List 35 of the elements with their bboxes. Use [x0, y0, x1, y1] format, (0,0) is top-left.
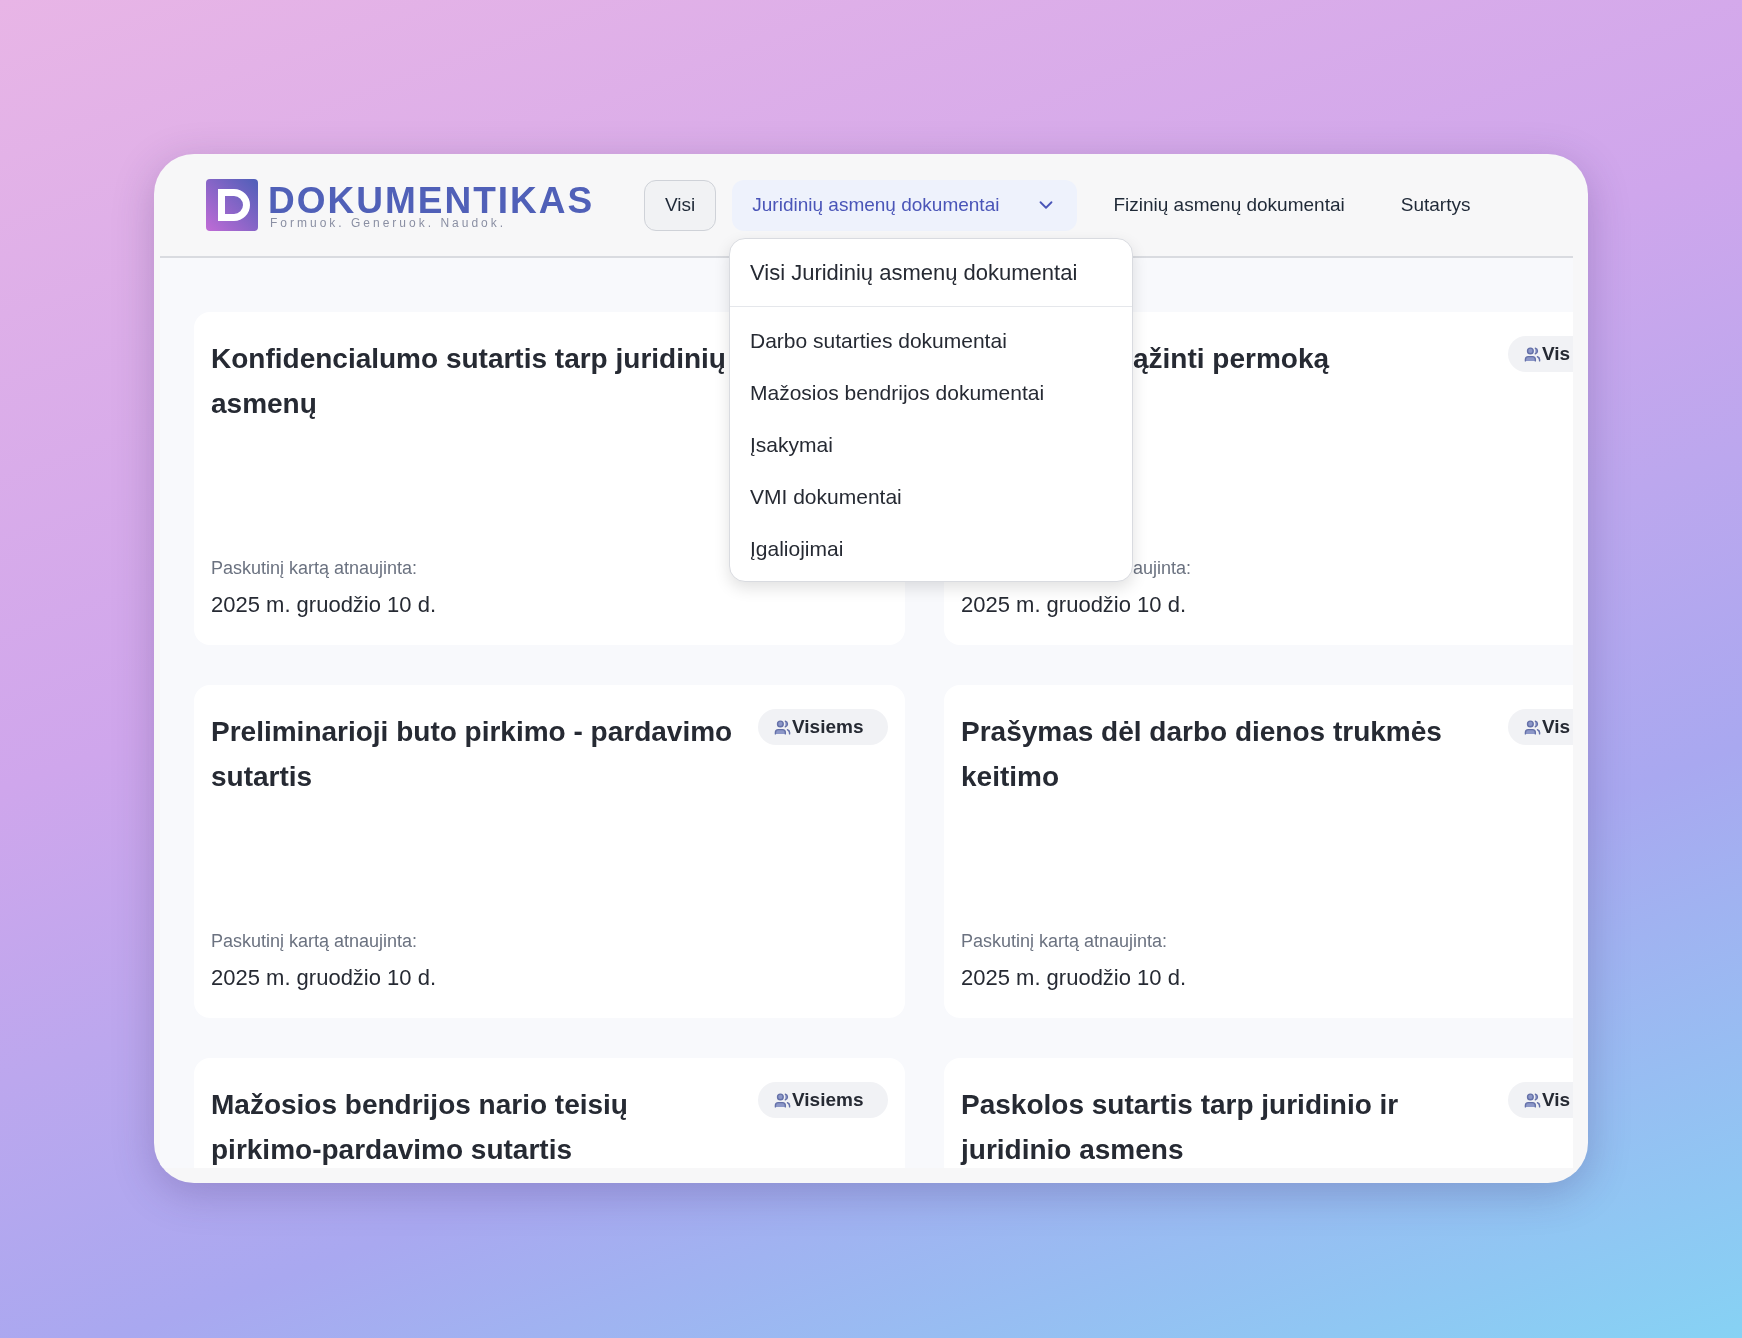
- users-icon: [774, 1091, 791, 1109]
- dropdown-item[interactable]: Visi Juridinių asmenų dokumentai: [730, 239, 1132, 307]
- card-title: Preliminarioji buto pirkimo - pardavimo sutartis: [211, 715, 734, 794]
- nav-link[interactable]: Fizinių asmenų dokumentai: [1093, 190, 1365, 220]
- audience-badge: Vis: [1508, 336, 1573, 372]
- document-card[interactable]: Prašymas dėl darbo dienos trukmės keitimo Vis Paskutinį kartą atnaujinta: 2025 m. gruodžio 10 d.: [944, 685, 1573, 1018]
- logo-icon: [206, 179, 258, 231]
- nav-button[interactable]: Visi: [644, 179, 717, 231]
- audience-badge: Vis: [1508, 709, 1573, 745]
- updated-date: 2025 m. gruodžio 10 d.: [211, 964, 438, 992]
- document-card[interactable]: Paskolos sutartis tarp juridinio ir juridinio asmens Vis: [944, 1058, 1573, 1168]
- updated-label: Paskutinį kartą atnaujinta:: [211, 930, 419, 953]
- document-card[interactable]: Preliminarioji buto pirkimo - pardavimo sutartis Visiems Paskutinį kartą atnaujinta: 2025 m. gruodžio 10 d.: [194, 685, 905, 1018]
- users-icon: [1524, 718, 1541, 736]
- updated-label: Paskutinį kartą atnaujinta:: [961, 930, 1169, 953]
- card-title: Paskolos sutartis tarp juridinio ir juridinio asmens: [961, 1088, 1400, 1167]
- updated-label: aujinta:: [1132, 557, 1193, 580]
- card-title: Prašymas dėl darbo dienos trukmės keitimo: [961, 715, 1443, 794]
- card-title: Konfidencialumo sutartis tarp juridinių asmenų: [211, 342, 727, 421]
- audience-badge: Vis: [1508, 1082, 1573, 1118]
- document-card[interactable]: Mažosios bendrijos nario teisių pirkimo-pardavimo sutartis Visiems: [194, 1058, 905, 1168]
- users-icon: [1524, 1091, 1541, 1109]
- users-icon: [774, 718, 791, 736]
- updated-label: Paskutinį kartą atnaujinta:: [211, 557, 419, 580]
- card-title: Mažosios bendrijos nario teisių pirkimo-pardavimo sutartis: [211, 1088, 629, 1167]
- users-icon: [1524, 345, 1541, 363]
- audience-badge: Visiems: [758, 1082, 888, 1118]
- logo-tagline: Formuok. Generuok. Naudok.: [269, 216, 508, 229]
- nav-link[interactable]: Sutartys: [1380, 190, 1491, 220]
- logo-wordmark: DOKUMENTIKAS: [268, 181, 595, 219]
- nav-dropdown[interactable]: Juridinių asmenų dokumentai: [732, 179, 1078, 231]
- audience-badge: Visiems: [758, 709, 888, 745]
- updated-date: 2025 m. gruodžio 10 d.: [961, 591, 1188, 619]
- updated-date: 2025 m. gruodžio 10 d.: [961, 964, 1188, 992]
- updated-date: 2025 m. gruodžio 10 d.: [211, 591, 438, 619]
